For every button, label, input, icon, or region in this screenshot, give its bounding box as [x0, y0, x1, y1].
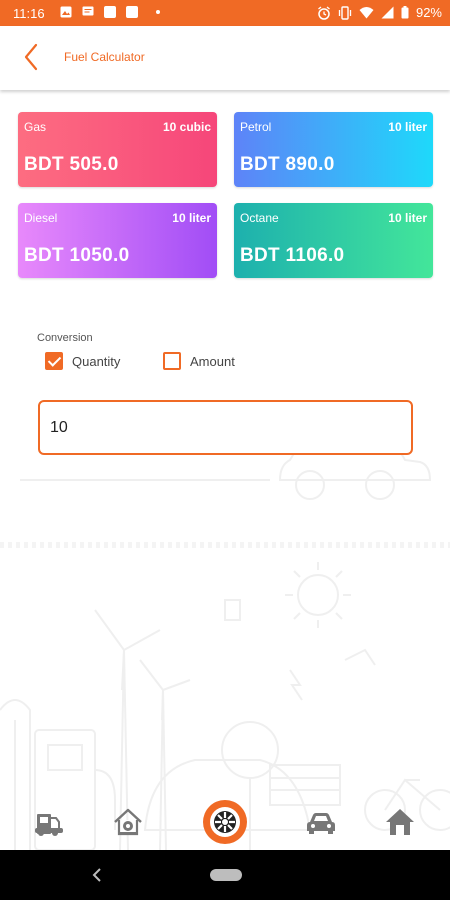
system-back-icon[interactable]: [90, 866, 104, 884]
home-icon[interactable]: [384, 806, 416, 838]
card-fuel-name: Petrol: [240, 120, 272, 134]
home-repair-icon[interactable]: [112, 806, 144, 838]
wheel-button[interactable]: [203, 800, 247, 844]
notification-icons: [60, 6, 160, 18]
app-bar: Fuel Calculator: [0, 26, 450, 90]
quantity-input-field[interactable]: [38, 400, 413, 455]
page-title: Fuel Calculator: [64, 50, 145, 64]
card-fuel-name: Octane: [240, 211, 279, 225]
card-unit: 10 cubic: [162, 120, 211, 134]
fuel-station-icon[interactable]: [33, 806, 65, 838]
card-unit: 10 liter: [388, 120, 427, 134]
quantity-checkbox[interactable]: [45, 352, 63, 370]
status-time: 11:16: [13, 6, 45, 21]
petrol-price-card[interactable]: Petrol 10 liter BDT 890.0: [234, 112, 433, 187]
dot-icon: [156, 10, 160, 14]
card-price: BDT 505.0: [24, 154, 119, 175]
car-icon[interactable]: [305, 806, 337, 838]
wheel-icon: [210, 807, 240, 837]
card-fuel-name: Diesel: [24, 211, 58, 225]
card-price: BDT 1106.0: [240, 245, 345, 266]
card-price: BDT 890.0: [240, 154, 335, 175]
octane-price-card[interactable]: Octane 10 liter BDT 1106.0: [234, 203, 433, 278]
system-home-pill[interactable]: [210, 869, 242, 881]
amount-label[interactable]: Amount: [190, 354, 235, 369]
conversion-label: Conversion: [37, 332, 93, 344]
status-bar: 11:16 92%: [0, 0, 450, 26]
image-icon: [60, 6, 72, 18]
gas-price-card[interactable]: Gas 10 cubic BDT 505.0: [18, 112, 217, 187]
system-navigation-bar: [0, 850, 450, 900]
card-price: BDT 1050.0: [24, 245, 130, 266]
wifi-icon: [359, 7, 374, 19]
amount-checkbox[interactable]: [163, 352, 181, 370]
chevron-left-icon[interactable]: [20, 42, 44, 72]
background-illustration: [0, 439, 450, 850]
card-unit: 10 liter: [388, 211, 427, 225]
vibrate-icon: [338, 5, 352, 20]
quantity-label[interactable]: Quantity: [72, 354, 120, 369]
message-icon: [82, 6, 94, 16]
quantity-input[interactable]: [50, 416, 390, 440]
battery-percent: 92%: [415, 5, 442, 20]
battery-icon: [401, 6, 409, 19]
alarm-icon: [318, 5, 330, 20]
card-fuel-name: Gas: [24, 120, 47, 134]
square-icon: [126, 6, 138, 18]
signal-icon: [381, 6, 394, 19]
bottom-navigation: [0, 798, 450, 850]
status-right: 92%: [317, 5, 442, 20]
square-icon: [104, 6, 116, 18]
diesel-price-card[interactable]: Diesel 10 liter BDT 1050.0: [18, 203, 217, 278]
card-unit: 10 liter: [172, 211, 211, 225]
